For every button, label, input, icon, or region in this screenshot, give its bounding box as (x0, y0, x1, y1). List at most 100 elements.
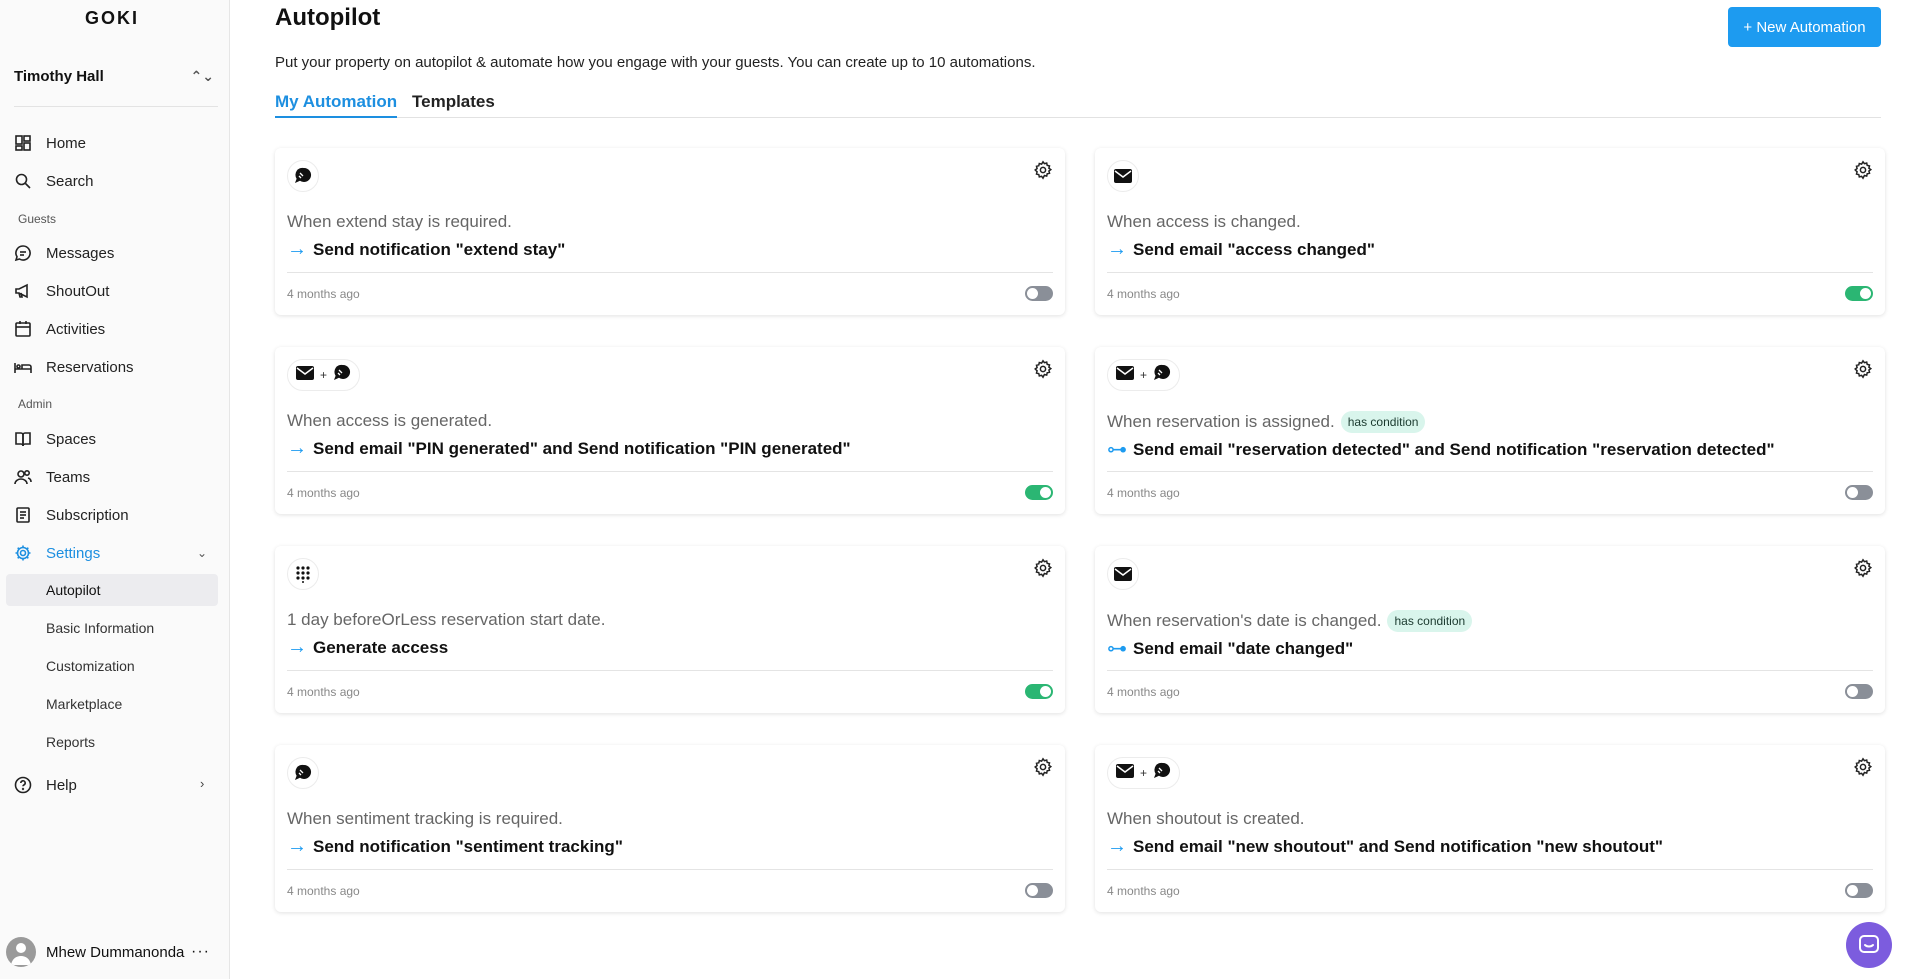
gear-icon[interactable] (1853, 558, 1873, 578)
trigger-text: 1 day beforeOrLess reservation start dat… (287, 610, 606, 629)
more-options-icon[interactable]: ··· (191, 943, 210, 961)
nav-reservations-label: Reservations (46, 358, 134, 376)
new-automation-button[interactable]: + New Automation (1728, 7, 1881, 47)
notification-icon (287, 757, 319, 789)
card-action: ⊶ Send email "reservation detected" and S… (1107, 437, 1775, 462)
gear-icon[interactable] (1033, 757, 1053, 777)
automation-card[interactable]: When reservation's date is changed. has c… (1095, 546, 1885, 713)
automation-card[interactable]: + When shoutout is created. → Send email … (1095, 745, 1885, 912)
action-text: Send notification "extend stay" (313, 239, 566, 259)
trigger-text: When extend stay is required. (287, 212, 512, 231)
automation-card[interactable]: When sentiment tracking is required. → Se… (275, 745, 1065, 912)
nav-shoutout[interactable]: ShoutOut (14, 277, 109, 305)
gear-icon[interactable] (1033, 359, 1053, 379)
card-action: → Send email "access changed" (1107, 238, 1375, 261)
divider (287, 869, 1053, 870)
card-icons (287, 558, 319, 590)
action-text: Send email "new shoutout" and Send notif… (1133, 836, 1663, 856)
nav-messages-label: Messages (46, 244, 115, 262)
automation-card[interactable]: 1 day beforeOrLess reservation start dat… (275, 546, 1065, 713)
gear-icon[interactable] (1853, 359, 1873, 379)
card-icons: + (1107, 757, 1181, 789)
user-menu[interactable]: Mhew Dummanonda ··· (6, 936, 220, 968)
arrow-right-icon: → (287, 835, 307, 857)
card-action: → Generate access (287, 636, 448, 659)
settings-basic-information[interactable]: Basic Information (6, 612, 218, 644)
settings-reports[interactable]: Reports (6, 726, 218, 758)
card-icons (287, 160, 319, 192)
enable-toggle[interactable] (1845, 286, 1873, 301)
arrow-right-icon: → (1107, 835, 1127, 857)
enable-toggle[interactable] (1845, 883, 1873, 898)
settings-customization[interactable]: Customization (6, 650, 218, 682)
enable-toggle[interactable] (1025, 883, 1053, 898)
nav-reservations[interactable]: Reservations (14, 353, 134, 381)
org-switcher[interactable]: Timothy Hall ⌃⌄ (14, 64, 214, 88)
nav-home[interactable]: Home (14, 129, 86, 157)
automation-card[interactable]: When extend stay is required. → Send noti… (275, 148, 1065, 315)
card-timestamp: 4 months ago (287, 287, 360, 301)
gear-icon[interactable] (1033, 558, 1053, 578)
arrow-right-icon: → (287, 238, 307, 260)
action-text: Send email "PIN generated" and Send noti… (313, 438, 851, 458)
goki-logo[interactable]: GOKI (0, 8, 224, 29)
action-text: Send email "access changed" (1133, 239, 1375, 259)
section-admin: Admin (18, 397, 53, 411)
help-circle-icon (14, 776, 32, 794)
gear-icon[interactable] (1853, 757, 1873, 777)
trigger-text: When reservation is assigned. (1107, 412, 1335, 431)
nav-subscription[interactable]: Subscription (14, 501, 129, 529)
enable-toggle[interactable] (1025, 684, 1053, 699)
divider (287, 471, 1053, 472)
chat-launcher-button[interactable] (1846, 922, 1892, 968)
nav-spaces[interactable]: Spaces (14, 425, 96, 453)
nav-settings-label: Settings (46, 544, 101, 562)
nav-settings[interactable]: Settings (14, 539, 100, 567)
automation-card[interactable]: When access is changed. → Send email "acc… (1095, 148, 1885, 315)
nav-activities-label: Activities (46, 320, 106, 338)
tab-my-automation[interactable]: My Automation (275, 92, 398, 118)
divider (1107, 670, 1873, 671)
action-text: Send email "date changed" (1133, 638, 1354, 658)
divider (1107, 471, 1873, 472)
nav-activities[interactable]: Activities (14, 315, 105, 343)
nav-messages[interactable]: Messages (14, 239, 114, 267)
page-description: Put your property on autopilot & automat… (275, 54, 1036, 71)
nav-teams[interactable]: Teams (14, 463, 90, 491)
gear-icon[interactable] (1853, 160, 1873, 180)
keypad-icon (287, 558, 319, 590)
condition-badge: has condition (1387, 610, 1473, 632)
enable-toggle[interactable] (1845, 684, 1873, 699)
notification-icon (287, 160, 319, 192)
automation-card[interactable]: + When access is generated. → Send email … (275, 347, 1065, 514)
arrow-right-icon: → (287, 636, 307, 658)
search-icon (14, 172, 32, 190)
chevron-down-icon[interactable]: ⌄ (197, 546, 207, 560)
trigger-text: When access is changed. (1107, 212, 1301, 231)
mail-icon (1116, 365, 1134, 385)
arrow-right-icon: → (1107, 238, 1127, 260)
card-timestamp: 4 months ago (287, 486, 360, 500)
automation-card[interactable]: + When reservation is assigned. has condi… (1095, 347, 1885, 514)
divider (14, 106, 218, 107)
nav-home-label: Home (46, 134, 87, 152)
card-action: ⊶ Send email "date changed" (1107, 636, 1353, 661)
megaphone-icon (14, 282, 32, 300)
gear-icon[interactable] (1033, 160, 1053, 180)
settings-marketplace[interactable]: Marketplace (6, 688, 218, 720)
channel-icons: + (287, 359, 361, 391)
nav-search[interactable]: Search (14, 167, 94, 195)
nav-help[interactable]: Help (14, 771, 77, 799)
enable-toggle[interactable] (1845, 485, 1873, 500)
enable-toggle[interactable] (1025, 286, 1053, 301)
trigger-text: When reservation's date is changed. (1107, 611, 1382, 630)
trigger-text: When access is generated. (287, 411, 493, 430)
chevron-right-icon[interactable]: › (200, 776, 204, 791)
message-icon (14, 244, 32, 262)
card-icons: + (1107, 359, 1181, 391)
card-icons (1107, 558, 1139, 590)
tab-templates[interactable]: Templates (412, 92, 495, 118)
settings-autopilot[interactable]: Autopilot (6, 574, 218, 606)
book-icon (14, 430, 32, 448)
enable-toggle[interactable] (1025, 485, 1053, 500)
